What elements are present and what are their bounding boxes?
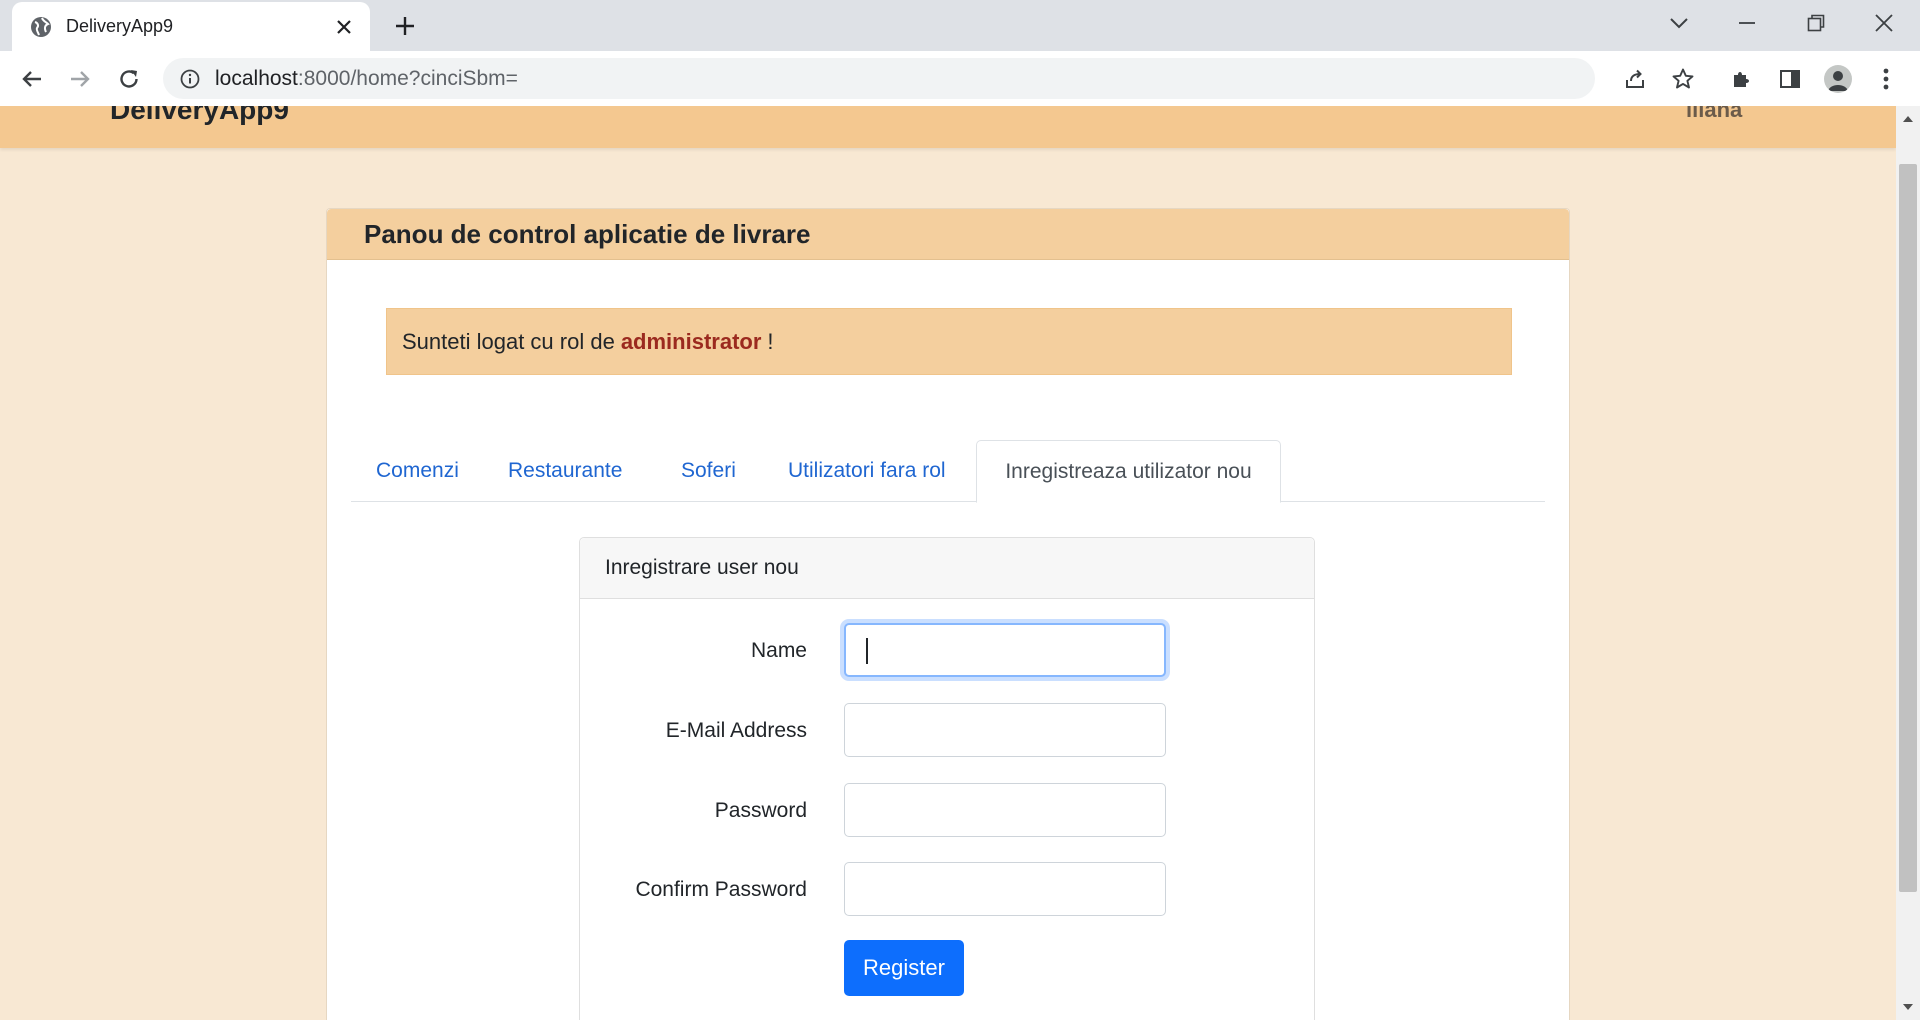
control-panel-header: Panou de control aplicatie de livrare — [327, 209, 1569, 260]
email-input[interactable] — [844, 703, 1166, 757]
side-panel-icon[interactable] — [1776, 65, 1804, 93]
name-input[interactable] — [844, 623, 1166, 677]
password-input[interactable] — [844, 783, 1166, 837]
share-icon[interactable] — [1623, 67, 1647, 91]
tab-title: DeliveryApp9 — [66, 16, 174, 36]
scroll-down-icon[interactable] — [1899, 998, 1917, 1016]
app-brand[interactable]: DeliveryApp9 — [110, 106, 289, 126]
url-text: localhost:8000/home?cinciSbm= — [215, 66, 518, 90]
confirm-password-row: Confirm Password — [580, 862, 1314, 918]
bookmark-star-icon[interactable] — [1671, 67, 1695, 91]
name-label: Name — [750, 639, 807, 662]
email-row: E-Mail Address — [580, 703, 1314, 759]
register-button[interactable]: Register — [844, 940, 964, 996]
control-panel-card: Panou de control aplicatie de livrare Su… — [326, 208, 1570, 1020]
back-icon[interactable] — [17, 64, 47, 94]
new-tab-icon[interactable] — [392, 13, 418, 39]
register-card-title: Inregistrare user nou — [605, 556, 799, 579]
close-tab-icon[interactable] — [334, 17, 354, 37]
text-caret — [866, 638, 868, 664]
profile-avatar[interactable] — [1824, 65, 1852, 93]
extensions-icon[interactable] — [1728, 65, 1756, 93]
user-menu[interactable]: iliana — [1686, 106, 1742, 126]
alert-role: administrator — [620, 328, 762, 354]
page-title: Panou de control aplicatie de livrare — [364, 218, 811, 249]
page-viewport: DeliveryApp9 iliana Panou de control apl… — [0, 106, 1896, 1020]
address-bar[interactable]: localhost:8000/home?cinciSbm= — [163, 58, 1694, 99]
tab-restaurante[interactable]: Restaurante — [508, 440, 622, 501]
alert-prefix: Sunteti logat cu rol de — [402, 328, 615, 354]
tab-bar: Comenzi Restaurante Soferi Utilizatori f… — [351, 440, 1545, 503]
tab-comenzi[interactable]: Comenzi — [376, 440, 459, 501]
alert-suffix: ! — [767, 328, 774, 354]
scrollbar-thumb[interactable] — [1899, 164, 1917, 892]
name-row: Name — [580, 623, 1314, 679]
scroll-up-icon[interactable] — [1899, 110, 1917, 128]
password-label: Password — [714, 799, 807, 822]
tab-inregistreaza-utilizator[interactable]: Inregistreaza utilizator nou — [976, 440, 1281, 503]
minimize-icon[interactable] — [1729, 8, 1765, 38]
tab-soferi[interactable]: Soferi — [681, 440, 736, 501]
reload-icon[interactable] — [114, 64, 144, 94]
restore-icon[interactable] — [1798, 8, 1834, 38]
register-card-header: Inregistrare user nou — [580, 538, 1314, 599]
browser-tab[interactable]: DeliveryApp9 — [12, 2, 370, 51]
confirm-password-input[interactable] — [844, 862, 1166, 916]
globe-icon — [30, 16, 52, 38]
email-label: E-Mail Address — [665, 719, 807, 742]
browser-menu-icon[interactable] — [1872, 65, 1900, 93]
forward-icon[interactable] — [65, 64, 95, 94]
site-info-icon[interactable] — [179, 68, 201, 90]
tab-utilizatori-fara-rol[interactable]: Utilizatori fara rol — [788, 440, 946, 501]
password-row: Password — [580, 783, 1314, 839]
app-navbar: DeliveryApp9 iliana — [0, 106, 1896, 148]
browser-toolbar: localhost:8000/home?cinciSbm= — [0, 51, 1920, 107]
role-alert: Sunteti logat cu rol de administrator ! — [386, 308, 1512, 375]
confirm-password-label: Confirm Password — [635, 878, 807, 901]
register-card: Inregistrare user nou Name E-Mail Addres… — [579, 537, 1315, 1020]
tab-search-icon[interactable] — [1661, 8, 1697, 38]
close-window-icon[interactable] — [1866, 8, 1902, 38]
browser-tabstrip: DeliveryApp9 — [0, 0, 1920, 51]
